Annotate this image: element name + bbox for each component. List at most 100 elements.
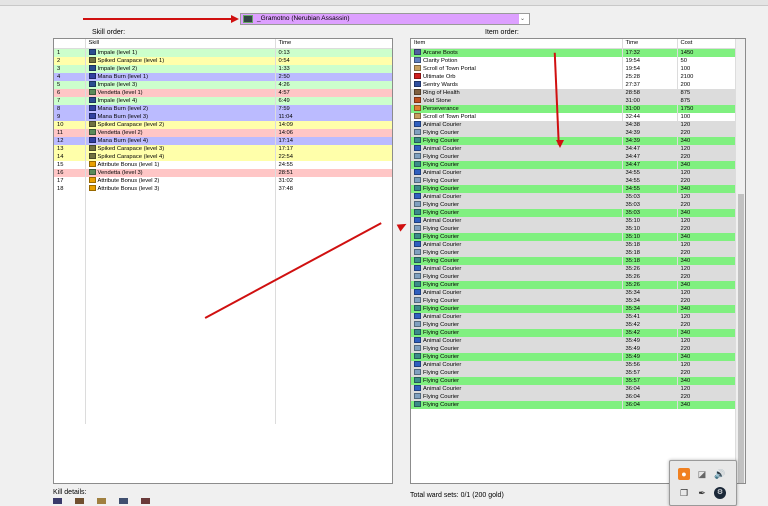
item-time: 35:57 (622, 377, 678, 385)
table-row[interactable]: Flying Courier 35:03 220 (411, 201, 738, 209)
item-time: 35:41 (622, 313, 678, 321)
headset-icon[interactable]: ◪ (696, 468, 708, 480)
table-row[interactable]: 4 Mana Burn (level 1) 2:50 (54, 73, 392, 81)
chevron-down-icon[interactable]: ⌄ (518, 14, 527, 24)
table-row[interactable]: Animal Courier 35:26 120 (411, 265, 738, 273)
skill-name-text: Impale (level 1) (97, 50, 138, 56)
table-row[interactable]: Flying Courier 34:47 220 (411, 153, 738, 161)
skill-name: Spiked Carapace (level 2) (85, 121, 276, 129)
table-row[interactable]: Sentry Wards 27:37 200 (411, 81, 738, 89)
table-row[interactable]: Flying Courier 35:10 220 (411, 225, 738, 233)
skill-time: 11:04 (275, 113, 392, 121)
table-row[interactable]: Flying Courier 34:39 340 (411, 137, 738, 145)
table-row[interactable]: Animal Courier 35:56 120 (411, 361, 738, 369)
skill-col-skill[interactable]: Skill (85, 39, 276, 49)
table-row[interactable]: Flying Courier 35:34 220 (411, 297, 738, 305)
item-name-text: Flying Courier (423, 274, 460, 280)
table-row[interactable]: Animal Courier 35:10 120 (411, 217, 738, 225)
table-row[interactable]: 17 Attribute Bonus (level 2) 31:02 (54, 177, 392, 185)
table-row[interactable]: Animal Courier 35:03 120 (411, 193, 738, 201)
table-row[interactable]: Flying Courier 36:04 340 (411, 401, 738, 409)
table-row[interactable]: Perseverance 31:00 1750 (411, 105, 738, 113)
hero-select[interactable]: _Gramotno (Nerubian Assassin) ⌄ (240, 13, 530, 25)
table-row[interactable]: 11 Vendetta (level 2) 14:06 (54, 129, 392, 137)
steam-icon[interactable]: ⚙ (714, 487, 726, 499)
skill-number: 1 (54, 48, 86, 57)
table-row[interactable]: 12 Mana Burn (level 4) 17:14 (54, 137, 392, 145)
table-row[interactable]: 7 Impale (level 4) 6:49 (54, 97, 392, 105)
skill-col-number[interactable] (54, 39, 86, 49)
table-row[interactable]: 2 Spiked Carapace (level 1) 0:54 (54, 57, 392, 65)
table-row[interactable]: Animal Courier 35:41 120 (411, 313, 738, 321)
table-row[interactable]: Ultimate Orb 25:28 2100 (411, 73, 738, 81)
table-row[interactable]: 1 Impale (level 1) 0:13 (54, 48, 392, 57)
table-row[interactable]: Animal Courier 34:38 120 (411, 121, 738, 129)
table-row[interactable]: 8 Mana Burn (level 2) 7:59 (54, 105, 392, 113)
item-name: Scroll of Town Portal (411, 65, 623, 73)
item-icon (414, 353, 421, 359)
item-col-time[interactable]: Time (622, 39, 678, 49)
table-row[interactable]: Clarity Potion 19:54 50 (411, 57, 738, 65)
table-row[interactable]: 6 Vendetta (level 1) 4:57 (54, 89, 392, 97)
table-row[interactable]: Animal Courier 35:34 120 (411, 289, 738, 297)
table-row[interactable]: Flying Courier 34:55 340 (411, 185, 738, 193)
table-row[interactable]: Flying Courier 35:18 220 (411, 249, 738, 257)
speaker-icon[interactable]: 🔊 (714, 468, 726, 480)
table-row[interactable]: Flying Courier 35:57 220 (411, 369, 738, 377)
table-row[interactable]: Flying Courier 35:18 340 (411, 257, 738, 265)
empty-row (54, 368, 392, 375)
table-row[interactable]: Flying Courier 35:34 340 (411, 305, 738, 313)
table-row[interactable]: Flying Courier 36:04 220 (411, 393, 738, 401)
table-row[interactable]: Flying Courier 35:42 340 (411, 329, 738, 337)
table-row[interactable]: Scroll of Town Portal 32:44 100 (411, 113, 738, 121)
table-row[interactable]: 13 Spiked Carapace (level 3) 17:17 (54, 145, 392, 153)
table-row[interactable]: Flying Courier 35:49 340 (411, 353, 738, 361)
pen-icon[interactable]: ✒ (696, 487, 708, 499)
empty-row (54, 347, 392, 354)
table-row[interactable]: Animal Courier 34:55 120 (411, 169, 738, 177)
table-row[interactable]: Ring of Health 28:58 875 (411, 89, 738, 97)
table-row[interactable]: 5 Impale (level 3) 4:26 (54, 81, 392, 89)
table-row[interactable]: 10 Spiked Carapace (level 2) 14:09 (54, 121, 392, 129)
skill-name-text: Impale (level 4) (97, 98, 138, 104)
item-name: Animal Courier (411, 361, 623, 369)
table-row[interactable]: 9 Mana Burn (level 3) 11:04 (54, 113, 392, 121)
item-name-text: Flying Courier (423, 378, 460, 384)
table-row[interactable]: Scroll of Town Portal 19:54 100 (411, 65, 738, 73)
skill-time: 6:49 (275, 97, 392, 105)
window-icon[interactable]: ❐ (678, 487, 690, 499)
table-row[interactable]: Flying Courier 35:03 340 (411, 209, 738, 217)
table-row[interactable]: Animal Courier 35:49 120 (411, 337, 738, 345)
table-row[interactable]: 15 Attribute Bonus (level 1) 24:55 (54, 161, 392, 169)
item-time: 28:58 (622, 89, 678, 97)
table-row[interactable]: Animal Courier 35:18 120 (411, 241, 738, 249)
table-row[interactable]: Flying Courier 35:57 340 (411, 377, 738, 385)
item-col-cost[interactable]: Cost (677, 39, 738, 49)
item-name-text: Void Stone (423, 98, 452, 104)
table-row[interactable]: Flying Courier 34:39 220 (411, 129, 738, 137)
table-row[interactable]: 14 Spiked Carapace (level 4) 22:54 (54, 153, 392, 161)
table-row[interactable]: Animal Courier 34:47 120 (411, 145, 738, 153)
table-row[interactable]: Flying Courier 34:55 220 (411, 177, 738, 185)
item-time: 34:47 (622, 145, 678, 153)
table-row[interactable]: 16 Vendetta (level 3) 28:51 (54, 169, 392, 177)
table-row[interactable]: Void Stone 31:00 875 (411, 97, 738, 105)
table-row[interactable]: Animal Courier 36:04 120 (411, 385, 738, 393)
table-row[interactable]: Arcane Boots 17:32 1450 (411, 48, 738, 57)
table-row[interactable]: Flying Courier 35:10 340 (411, 233, 738, 241)
item-table-scrollbar[interactable] (735, 39, 745, 483)
skill-col-time[interactable]: Time (275, 39, 392, 49)
item-cost: 120 (677, 217, 738, 225)
orange-flame-icon[interactable]: ● (678, 468, 690, 480)
table-row[interactable]: Flying Courier 35:26 220 (411, 273, 738, 281)
item-cost: 120 (677, 289, 738, 297)
table-row[interactable]: Flying Courier 35:26 340 (411, 281, 738, 289)
table-row[interactable]: Flying Courier 34:47 340 (411, 161, 738, 169)
scrollbar-thumb[interactable] (738, 194, 744, 483)
table-row[interactable]: 3 Impale (level 2) 1:33 (54, 65, 392, 73)
table-row[interactable]: Flying Courier 35:49 220 (411, 345, 738, 353)
table-row[interactable]: Flying Courier 35:42 220 (411, 321, 738, 329)
table-row[interactable]: 18 Attribute Bonus (level 3) 37:48 (54, 185, 392, 193)
skill-time: 31:02 (275, 177, 392, 185)
item-col-item[interactable]: Item (411, 39, 623, 49)
